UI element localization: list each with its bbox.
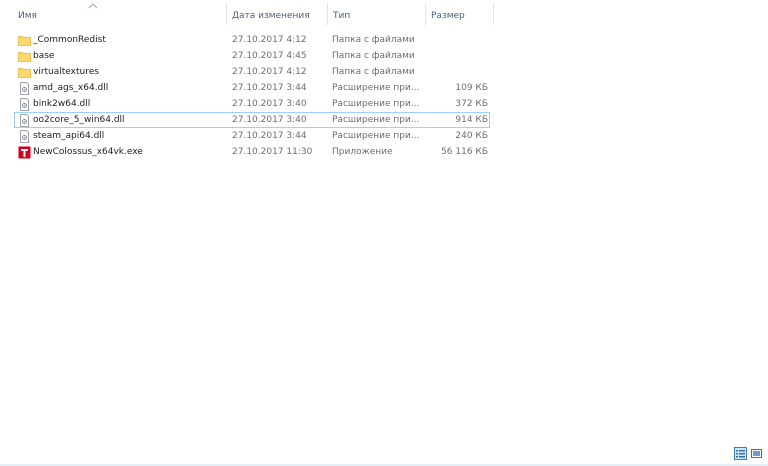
file-row[interactable]: steam_api64.dll 27.10.2017 3:44 Расширен… — [14, 128, 490, 144]
column-divider[interactable] — [425, 3, 426, 25]
file-row-focused[interactable]: oo2core_5_win64.dll 27.10.2017 3:40 Расш… — [14, 112, 490, 128]
file-type: Расширение при... — [332, 83, 420, 93]
file-row[interactable]: NewColossus_x64vk.exe 27.10.2017 11:30 П… — [14, 144, 490, 160]
column-header-date[interactable]: Дата изменения — [232, 0, 324, 26]
file-type: Приложение — [332, 147, 393, 157]
file-date: 27.10.2017 11:30 — [232, 147, 313, 157]
file-date: 27.10.2017 4:45 — [232, 51, 307, 61]
file-date: 27.10.2017 3:44 — [232, 83, 307, 93]
file-type: Расширение при... — [332, 131, 420, 141]
file-row[interactable]: bink2w64.dll 27.10.2017 3:40 Расширение … — [14, 96, 490, 112]
details-view-button[interactable] — [734, 447, 747, 460]
file-date: 27.10.2017 4:12 — [232, 67, 307, 77]
file-row[interactable]: amd_ags_x64.dll 27.10.2017 3:44 Расширен… — [14, 80, 490, 96]
details-view-icon — [736, 450, 745, 458]
file-name: oo2core_5_win64.dll — [33, 115, 125, 125]
file-name: virtualtextures — [33, 67, 99, 77]
file-date: 27.10.2017 3:44 — [232, 131, 307, 141]
dll-file-icon — [20, 130, 29, 143]
dll-file-icon — [20, 82, 29, 95]
file-size — [427, 49, 488, 64]
dll-file-icon — [20, 114, 29, 127]
game-exe-icon — [18, 146, 31, 159]
file-size: 240 КБ — [455, 131, 488, 141]
file-size: 914 КБ — [455, 115, 488, 125]
file-name: NewColossus_x64vk.exe — [33, 147, 143, 157]
dll-file-icon — [20, 98, 29, 111]
file-name: _CommonRedist — [33, 35, 106, 45]
file-name: steam_api64.dll — [33, 131, 105, 141]
file-type: Папка с файлами — [332, 35, 415, 45]
file-name: base — [33, 51, 55, 61]
file-row[interactable]: _CommonRedist 27.10.2017 4:12 Папка с фа… — [14, 32, 490, 48]
file-type: Папка с файлами — [332, 67, 415, 77]
column-header-name[interactable]: Имя — [18, 0, 214, 26]
file-date: 27.10.2017 4:12 — [232, 35, 307, 45]
file-size: 109 КБ — [455, 83, 488, 93]
file-date: 27.10.2017 3:40 — [232, 115, 307, 125]
file-name: bink2w64.dll — [33, 99, 91, 109]
column-header-size[interactable]: Размер — [431, 0, 489, 26]
file-size: 56 116 КБ — [441, 147, 488, 157]
file-name: amd_ags_x64.dll — [33, 83, 109, 93]
file-size: 372 КБ — [455, 99, 488, 109]
column-header-type[interactable]: Тип — [333, 0, 421, 26]
file-row[interactable]: base 27.10.2017 4:45 Папка с файлами — [14, 48, 490, 64]
file-size — [427, 65, 488, 80]
folder-icon — [18, 36, 31, 46]
file-type: Расширение при... — [332, 99, 420, 109]
file-size — [427, 33, 488, 48]
large-icons-view-icon — [751, 449, 762, 458]
file-row[interactable]: virtualtextures 27.10.2017 4:12 Папка с … — [14, 64, 490, 80]
file-date: 27.10.2017 3:40 — [232, 99, 307, 109]
file-type: Папка с файлами — [332, 51, 415, 61]
column-divider[interactable] — [493, 3, 494, 25]
large-icons-view-button[interactable] — [750, 447, 763, 460]
folder-icon — [18, 68, 31, 78]
file-type: Расширение при... — [332, 115, 420, 125]
column-divider[interactable] — [327, 3, 328, 25]
column-divider[interactable] — [226, 3, 227, 25]
column-header-bar: Имя Дата изменения Тип Размер — [0, 0, 494, 26]
folder-icon — [18, 52, 31, 62]
